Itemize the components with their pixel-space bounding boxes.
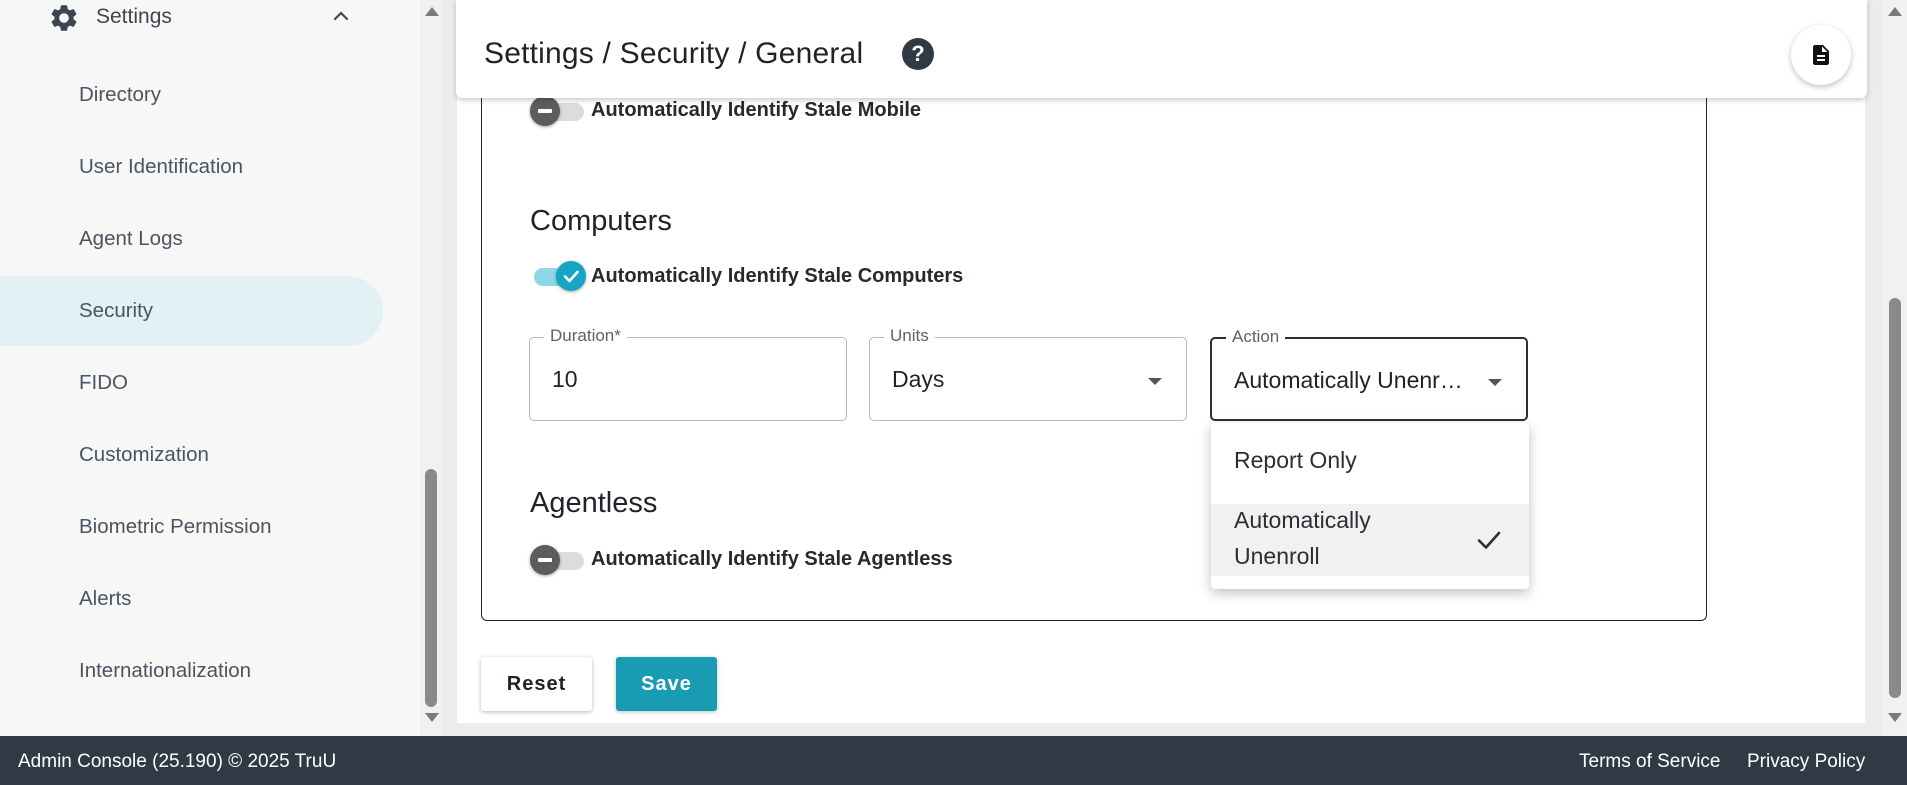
sidebar-item-user-identification[interactable]: User Identification [0,132,383,202]
check-icon [1477,531,1501,549]
units-select[interactable]: Units Days [869,326,1187,421]
sidebar-item-customization[interactable]: Customization [0,420,383,490]
menu-option-label-line1: Automatically [1234,507,1371,533]
sidebar-item-label: Agent Logs [79,227,183,250]
sidebar-item-label: User Identification [79,155,244,178]
sidebar-group-settings[interactable]: Settings [0,0,360,34]
menu-option-label: Report Only [1234,447,1357,473]
duration-label: Duration* [544,326,627,346]
scrollbar-thumb[interactable] [1889,298,1901,698]
toggle-off-knob [530,545,560,575]
footer: Admin Console (25.190) © 2025 TruU Terms… [0,736,1907,785]
toggle-on-knob [556,261,586,291]
document-icon [1813,45,1829,65]
stale-agentless-label: Automatically Identify Stale Agentless [591,548,953,570]
sidebar-item-fido[interactable]: FIDO [0,348,383,418]
stale-mobile-label: Automatically Identify Stale Mobile [591,99,922,121]
sidebar-item-internationalization[interactable]: Internationalization [0,636,383,706]
stale-computers-label: Automatically Identify Stale Computers [591,265,964,287]
sidebar-item-biometric-permission[interactable]: Biometric Permission [0,492,383,562]
agentless-heading: Agentless [530,487,658,519]
sidebar-item-agent-logs[interactable]: Agent Logs [0,204,383,274]
action-select[interactable]: Action Automatically Unenr… [1210,327,1528,421]
sidebar-group-label: Settings [96,5,172,28]
scroll-up-arrow-icon[interactable] [1888,7,1902,16]
sidebar-item-directory[interactable]: Directory [0,60,383,130]
duration-value: 10 [552,366,578,392]
dropdown-caret-icon [1148,378,1162,385]
terms-of-service-link[interactable]: Terms of Service [1579,751,1720,773]
action-dropdown-menu: Report Only Automatically Unenroll [1211,423,1529,589]
document-button[interactable] [1791,25,1851,85]
computers-heading: Computers [530,205,672,237]
sidebar-item-security[interactable]: Security [0,276,383,346]
help-circle-icon[interactable]: ? [902,38,934,70]
sidebar-item-label: Biometric Permission [79,515,272,538]
units-label: Units [884,326,935,346]
stale-agentless-toggle[interactable] [530,545,586,575]
sidebar-scrollbar[interactable] [420,0,442,736]
toggle-off-knob [530,96,560,126]
sidebar-item-label: Alerts [79,587,132,610]
dropdown-caret-icon [1488,379,1502,386]
action-label: Action [1226,327,1286,347]
page-header: Settings / Security / General ? [456,0,1867,98]
sidebar-item-alerts[interactable]: Alerts [0,564,383,634]
sidebar-item-label: FIDO [79,371,128,394]
check-icon [563,270,579,283]
page-title: Settings / Security / General [484,37,864,70]
units-value: Days [892,366,945,392]
privacy-policy-link[interactable]: Privacy Policy [1747,751,1865,773]
stale-computers-toggle[interactable] [530,261,586,291]
gear-icon [51,5,77,31]
footer-copyright: Admin Console (25.190) © 2025 TruU [18,751,337,772]
action-value: Automatically Unenr… [1234,367,1463,393]
menu-option-report-only[interactable]: Report Only [1211,433,1529,487]
sidebar-item-label: Directory [79,83,162,106]
reset-button[interactable]: Reset [481,657,592,711]
scroll-down-arrow-icon[interactable] [1888,713,1902,722]
sidebar: Settings Directory User Identification A… [0,0,420,736]
scroll-up-arrow-icon[interactable] [425,7,439,16]
main-scrollbar[interactable] [1883,0,1907,736]
duration-field[interactable]: Duration* 10 [529,326,847,421]
menu-option-automatically-unenroll[interactable]: Automatically Unenroll [1211,504,1529,576]
save-button[interactable]: Save [616,657,717,711]
scroll-down-arrow-icon[interactable] [425,713,439,722]
menu-option-label-line2: Unenroll [1234,543,1320,569]
sidebar-item-label: Internationalization [79,659,252,682]
chevron-up-icon[interactable] [331,6,351,26]
sidebar-item-label: Security [79,299,154,322]
sidebar-item-label: Customization [79,443,209,466]
scrollbar-thumb[interactable] [425,469,437,707]
stale-mobile-toggle[interactable] [530,96,586,126]
